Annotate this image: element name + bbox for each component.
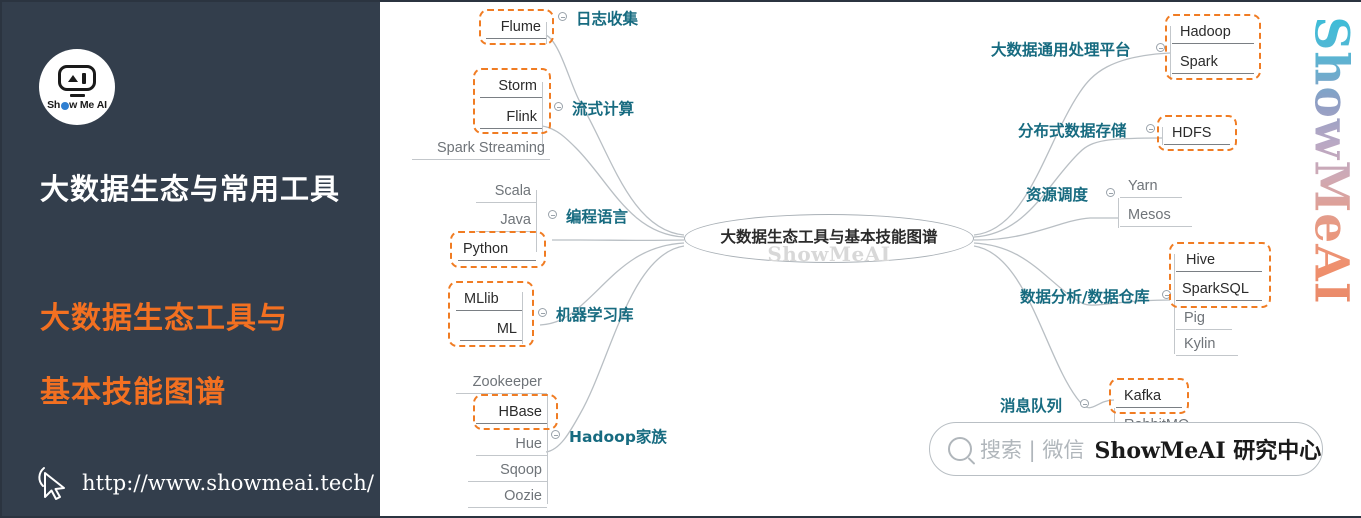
topic-general-platform[interactable]: 大数据通用处理平台 [991, 38, 1131, 60]
logo-wordmark: Sh w Me AI [47, 99, 107, 111]
logo-dot-icon [60, 101, 69, 110]
highlight-hbase [473, 394, 558, 430]
topic-resource-scheduling[interactable]: 资源调度 [1026, 183, 1088, 205]
brand-research-center-text: ShowMeAI 研究中心 [1094, 438, 1322, 464]
topic-log-collection[interactable]: 日志收集 [576, 7, 638, 29]
collapse-toggle-programming-language[interactable] [548, 210, 557, 219]
robot-mouth-icon [69, 93, 85, 97]
brand-vertical-wordmark: ShowMeAI [1303, 15, 1359, 305]
topic-message-queue[interactable]: 消息队列 [1000, 394, 1062, 416]
caret-eye-icon [68, 74, 79, 82]
wire-resource-scheduling [973, 217, 1118, 241]
topic-stream-computing[interactable]: 流式计算 [572, 97, 634, 119]
node-sqoop[interactable]: Sqoop [468, 461, 547, 482]
node-pig[interactable]: Pig [1176, 309, 1232, 330]
page-subtitle-line1: 大数据生态工具与 [40, 301, 288, 336]
page-subtitle: 大数据生态工具与 基本技能图谱 [40, 282, 370, 430]
highlight-python [450, 231, 546, 268]
search-placeholder-text: 搜索 | 微信 [980, 438, 1085, 462]
node-hue[interactable]: Hue [476, 435, 547, 456]
collapse-toggle-hadoop-family[interactable] [551, 430, 560, 439]
node-zookeeper[interactable]: Zookeeper [456, 373, 547, 394]
collapse-toggle-resource-scheduling[interactable] [1106, 188, 1115, 197]
collapse-toggle-distributed-storage[interactable] [1146, 124, 1155, 133]
magnifier-icon [948, 437, 972, 461]
collapse-toggle-message-queue[interactable] [1080, 399, 1089, 408]
page-subtitle-line2: 基本技能图谱 [40, 375, 226, 410]
node-spark-streaming[interactable]: Spark Streaming [412, 139, 550, 160]
rail-resource-scheduling [1118, 198, 1120, 228]
highlight-hadoop-spark [1165, 14, 1261, 80]
node-oozie[interactable]: Oozie [468, 487, 547, 508]
topic-data-analysis[interactable]: 数据分析/数据仓库 [1020, 285, 1150, 307]
logo-word-sh: Sh [47, 98, 61, 111]
collapse-toggle-stream-computing[interactable] [554, 102, 563, 111]
highlight-hive-sparksql [1169, 242, 1271, 308]
mindmap-canvas: ShowMeAI 大数据生态工具与基本技能图谱 ShowMeAI 日志收集 Fl… [380, 2, 1361, 516]
node-kylin[interactable]: Kylin [1176, 335, 1238, 356]
highlight-hdfs [1157, 115, 1237, 151]
showmeai-logo: Sh w Me AI [39, 49, 115, 125]
logo-word-rest: w Me AI [69, 98, 107, 111]
topic-programming-language[interactable]: 编程语言 [566, 205, 628, 227]
search-watermark-bar[interactable]: 搜索 | 微信 ShowMeAI 研究中心 [929, 422, 1323, 476]
bar-eye-icon [82, 72, 86, 84]
collapse-toggle-ml-library[interactable] [538, 308, 547, 317]
highlight-kafka [1109, 378, 1189, 414]
footer-url-text[interactable]: http://www.showmeai.tech/ [82, 471, 374, 495]
screenshot-root: Sh w Me AI 大数据生态与常用工具 大数据生态工具与 基本技能图谱 htt… [0, 0, 1361, 518]
topic-distributed-storage[interactable]: 分布式数据存储 [1018, 119, 1127, 141]
mindmap-center-node[interactable]: 大数据生态工具与基本技能图谱 [684, 214, 974, 263]
node-scala[interactable]: Scala [476, 182, 536, 203]
wire-message-queue [973, 245, 1115, 409]
mouse-cursor-icon [38, 467, 65, 500]
footer-url-row: http://www.showmeai.tech/ [36, 464, 374, 502]
node-mesos[interactable]: Mesos [1120, 206, 1192, 227]
collapse-toggle-general-platform[interactable] [1156, 43, 1165, 52]
left-cover-panel: Sh w Me AI 大数据生态与常用工具 大数据生态工具与 基本技能图谱 htt… [2, 2, 380, 516]
topic-ml-library[interactable]: 机器学习库 [556, 303, 634, 325]
node-yarn[interactable]: Yarn [1120, 177, 1182, 198]
page-title: 大数据生态与常用工具 [40, 172, 341, 206]
collapse-toggle-log-collection[interactable] [558, 12, 567, 21]
highlight-mllib-ml [448, 281, 534, 347]
wire-hadoop-family [545, 245, 685, 453]
robot-face-icon [58, 65, 96, 92]
mindmap-center-label: 大数据生态工具与基本技能图谱 [720, 227, 938, 246]
highlight-storm-flink [473, 68, 551, 134]
node-java[interactable]: Java [476, 211, 536, 232]
topic-hadoop-family[interactable]: Hadoop家族 [569, 425, 667, 447]
highlight-flume [479, 9, 554, 45]
